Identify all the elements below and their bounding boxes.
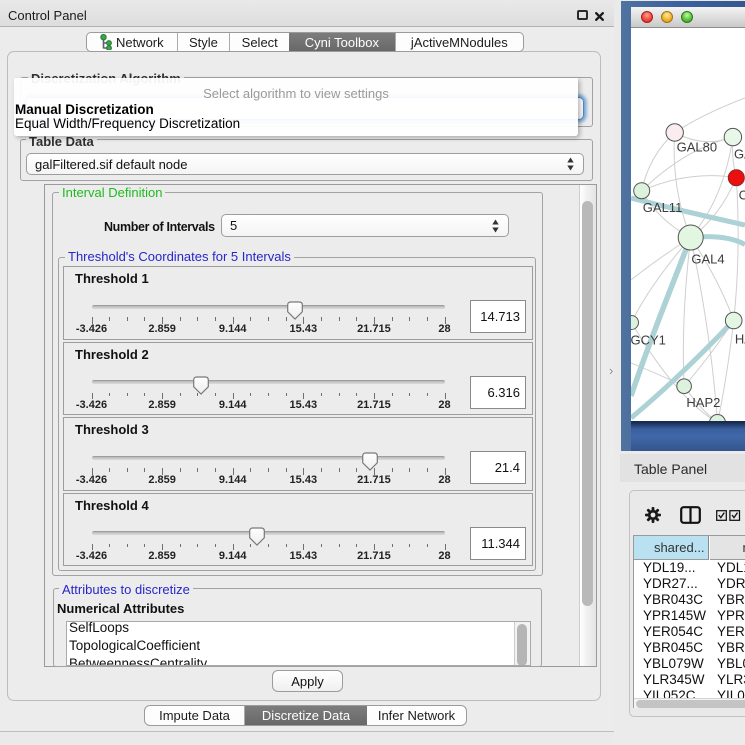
svg-text:HAP2: HAP2 <box>686 395 720 410</box>
svg-text:HAP4: HAP4 <box>735 331 745 346</box>
svg-text:GCY1: GCY1 <box>631 332 666 347</box>
svg-text:GAL4: GAL4 <box>691 251 724 266</box>
svg-text:GAL80: GAL80 <box>677 139 717 154</box>
svg-text:GAL11: GAL11 <box>643 200 683 215</box>
svg-text:CR: CR <box>739 187 745 202</box>
svg-text:GAL: GAL <box>734 146 745 161</box>
